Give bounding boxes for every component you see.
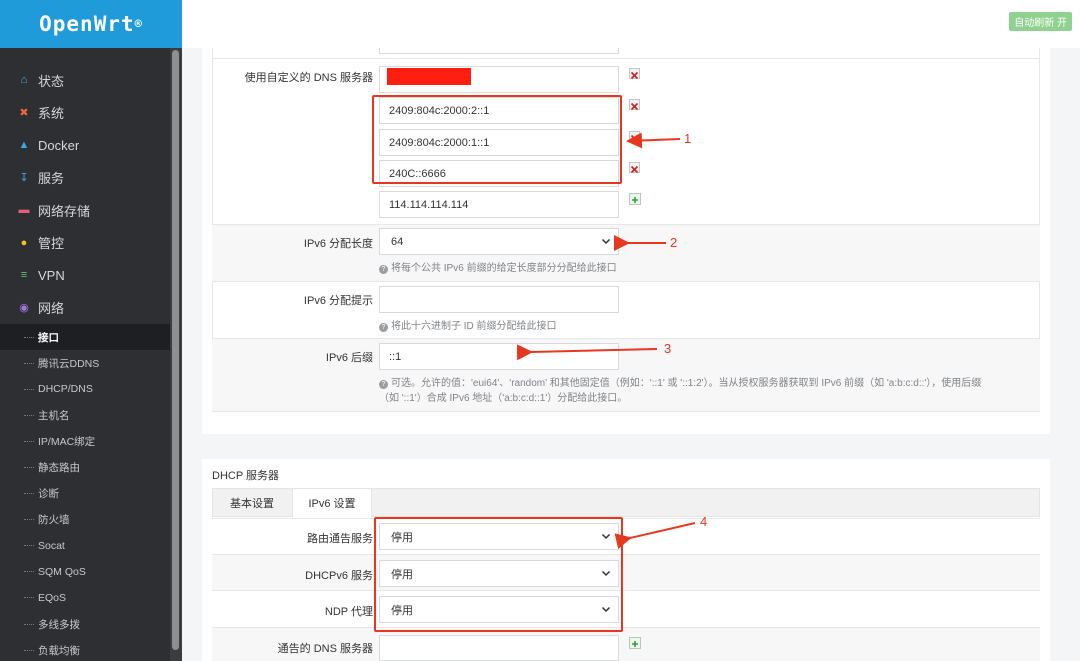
dhcp-server-card: DHCP 服务器 基本设置 IPv6 设置 路由通告服务 停用 DHCPv6 服…	[202, 459, 1050, 661]
submenu-item-eqos[interactable]: EQoS	[0, 585, 170, 611]
annotation-label-3: 3	[664, 341, 672, 356]
brand-name: OpenWrt	[39, 12, 135, 36]
submenu-item-socat[interactable]: Socat	[0, 533, 170, 559]
sidebar-nav: ⌂ 状态 ✖ 系统 ▲ Docker ↧ 服务 ▬ 网络存储 ● 管控 ≡ VP…	[0, 64, 170, 661]
top-bar: 自动刷新 开	[182, 0, 1080, 48]
submenu-item-firewall[interactable]: 防火墙	[0, 507, 170, 533]
submenu-item-multiwan[interactable]: 多线多拨	[0, 611, 170, 637]
add-dns-button[interactable]	[629, 193, 641, 205]
submenu-item-interfaces[interactable]: 接口	[0, 324, 170, 351]
ipv6-assign-hint-label: IPv6 分配提示	[303, 295, 373, 307]
sidebar-item-storage[interactable]: ▬ 网络存储	[0, 194, 170, 227]
help-icon: ?	[379, 380, 388, 389]
ipv6-suffix-label: IPv6 后缀	[325, 352, 373, 364]
sidebar-item-network[interactable]: ◉ 网络	[0, 292, 170, 325]
dhcpv6-label: DHCPv6 服务	[305, 570, 373, 582]
sidebar-item-system[interactable]: ✖ 系统	[0, 97, 170, 130]
ipv6-assign-hint-hint: ? 将此十六进制子 ID 前缀分配给此接口	[379, 319, 557, 334]
sidebar-item-docker[interactable]: ▲ Docker	[0, 129, 170, 162]
ipv6-assign-length-label: IPv6 分配长度	[303, 238, 373, 250]
sidebar-scrollbar[interactable]	[170, 48, 182, 661]
redaction-mask	[387, 68, 471, 85]
ipv6-assign-length-select[interactable]: 64	[379, 228, 619, 255]
brand-logo[interactable]: OpenWrt ®	[0, 0, 182, 48]
announced-dns-label: 通告的 DNS 服务器	[277, 643, 373, 655]
sidebar-item-services[interactable]: ↧ 服务	[0, 162, 170, 195]
brand-mark: ®	[134, 17, 143, 31]
help-icon: ?	[379, 265, 388, 274]
cutoff-input[interactable]	[379, 48, 619, 54]
annotation-label-1: 1	[684, 131, 692, 146]
tab-ipv6-settings[interactable]: IPv6 设置	[292, 489, 372, 517]
submenu-item-load-balance[interactable]: 负载均衡	[0, 637, 170, 661]
home-icon: ⌂	[20, 74, 28, 87]
sidebar-item-status[interactable]: ⌂ 状态	[0, 64, 170, 97]
sidebar-item-label: 服务	[38, 171, 65, 187]
dhcp-tabs: 基本设置 IPv6 设置	[212, 488, 1040, 517]
dns-label: 使用自定义的 DNS 服务器	[244, 72, 373, 84]
sidebar-item-label: VPN	[38, 267, 65, 283]
sidebar-item-label: 系统	[38, 106, 65, 122]
annotation-label-4: 4	[700, 514, 708, 529]
sidebar-item-label: 网络	[38, 301, 65, 317]
tools-icon: ✖	[19, 107, 29, 120]
submenu-item-diagnostics[interactable]: 诊断	[0, 481, 170, 507]
annotation-label-2: 2	[670, 235, 678, 250]
shield-icon: ●	[20, 236, 28, 249]
auto-refresh-toggle[interactable]: 自动刷新 开	[1009, 12, 1072, 31]
download-icon: ↧	[19, 172, 29, 185]
remove-dns-button[interactable]	[629, 99, 640, 111]
submenu-item-dhcp-dns[interactable]: DHCP/DNS	[0, 376, 170, 402]
ipv6-assign-hint-input[interactable]	[379, 286, 619, 313]
hint-line-2: （如 '::1'）合成 IPv6 地址（'a:b:c:d::1'）分配给此接口。	[379, 393, 628, 404]
vpn-icon: ≡	[20, 269, 28, 282]
globe-icon: ◉	[19, 302, 29, 315]
announced-dns-input[interactable]	[379, 635, 619, 661]
sidebar-item-label: 管控	[38, 236, 65, 252]
submenu-item-ip-mac-bind[interactable]: IP/MAC绑定	[0, 428, 170, 454]
submenu-item-hostnames[interactable]: 主机名	[0, 402, 170, 428]
remove-dns-button[interactable]	[629, 162, 640, 174]
network-submenu: 接口 腾讯云DDNS DHCP/DNS 主机名 IP/MAC绑定 静态路由 诊断…	[0, 324, 170, 661]
sidebar-item-label: 网络存储	[38, 203, 91, 219]
annotation-box-4	[374, 517, 623, 632]
scrollbar-thumb[interactable]	[172, 50, 179, 650]
select-value: 64	[391, 235, 404, 248]
router-advert-label: 路由通告服务	[307, 533, 373, 545]
ipv6-assign-length-hint: ? 将每个公共 IPv6 前缀的给定长度部分分配给此接口	[379, 261, 617, 276]
chevron-down-icon	[601, 238, 611, 245]
dhcp-section-title: DHCP 服务器	[212, 470, 280, 482]
submenu-item-tencent-ddns[interactable]: 腾讯云DDNS	[0, 350, 170, 376]
sidebar: OpenWrt ® ⌂ 状态 ✖ 系统 ▲ Docker ↧ 服务 ▬ 网络存储 …	[0, 0, 182, 661]
submenu-item-static-routes[interactable]: 静态路由	[0, 454, 170, 480]
dns-server-input[interactable]: 114.114.114.114	[379, 191, 619, 218]
remove-dns-button[interactable]	[629, 68, 640, 80]
ipv6-suffix-hint: ? 可选。允许的值：'eui64'、'random' 和其他固定值（例如：'::1…	[379, 376, 1031, 406]
sidebar-item-vpn[interactable]: ≡ VPN	[0, 259, 170, 292]
help-icon: ?	[379, 323, 388, 332]
remove-dns-button[interactable]	[629, 131, 640, 143]
hint-line-1: ? 可选。允许的值：'eui64'、'random' 和其他固定值（例如：'::1…	[379, 376, 1031, 391]
submenu-item-sqm-qos[interactable]: SQM QoS	[0, 559, 170, 585]
add-announced-dns-button[interactable]	[629, 637, 641, 649]
sidebar-item-label: Docker	[38, 137, 80, 153]
ipv6-suffix-input[interactable]: ::1	[379, 343, 619, 370]
hint-text: 可选。允许的值：'eui64'、'random' 和其他固定值（例如：'::1'…	[391, 378, 982, 389]
sidebar-item-label: 状态	[38, 73, 65, 89]
interface-settings-card: 使用自定义的 DNS 服务器 2409:804c:2000:2::1 2409:…	[202, 48, 1050, 434]
tab-basic-settings[interactable]: 基本设置	[213, 489, 291, 517]
ipv6-assign-length-row	[212, 224, 1040, 281]
ndp-label: NDP 代理	[324, 606, 373, 618]
annotation-box-1	[372, 95, 622, 184]
sidebar-item-control[interactable]: ● 管控	[0, 227, 170, 260]
storage-icon: ▬	[18, 204, 30, 217]
ipv6-assign-hint-row	[212, 281, 1040, 338]
main-content: 使用自定义的 DNS 服务器 2409:804c:2000:2::1 2409:…	[182, 48, 1080, 661]
hint-text: 将每个公共 IPv6 前缀的给定长度部分分配给此接口	[391, 263, 617, 274]
hint-text: 将此十六进制子 ID 前缀分配给此接口	[391, 321, 557, 332]
docker-icon: ▲	[18, 139, 30, 152]
